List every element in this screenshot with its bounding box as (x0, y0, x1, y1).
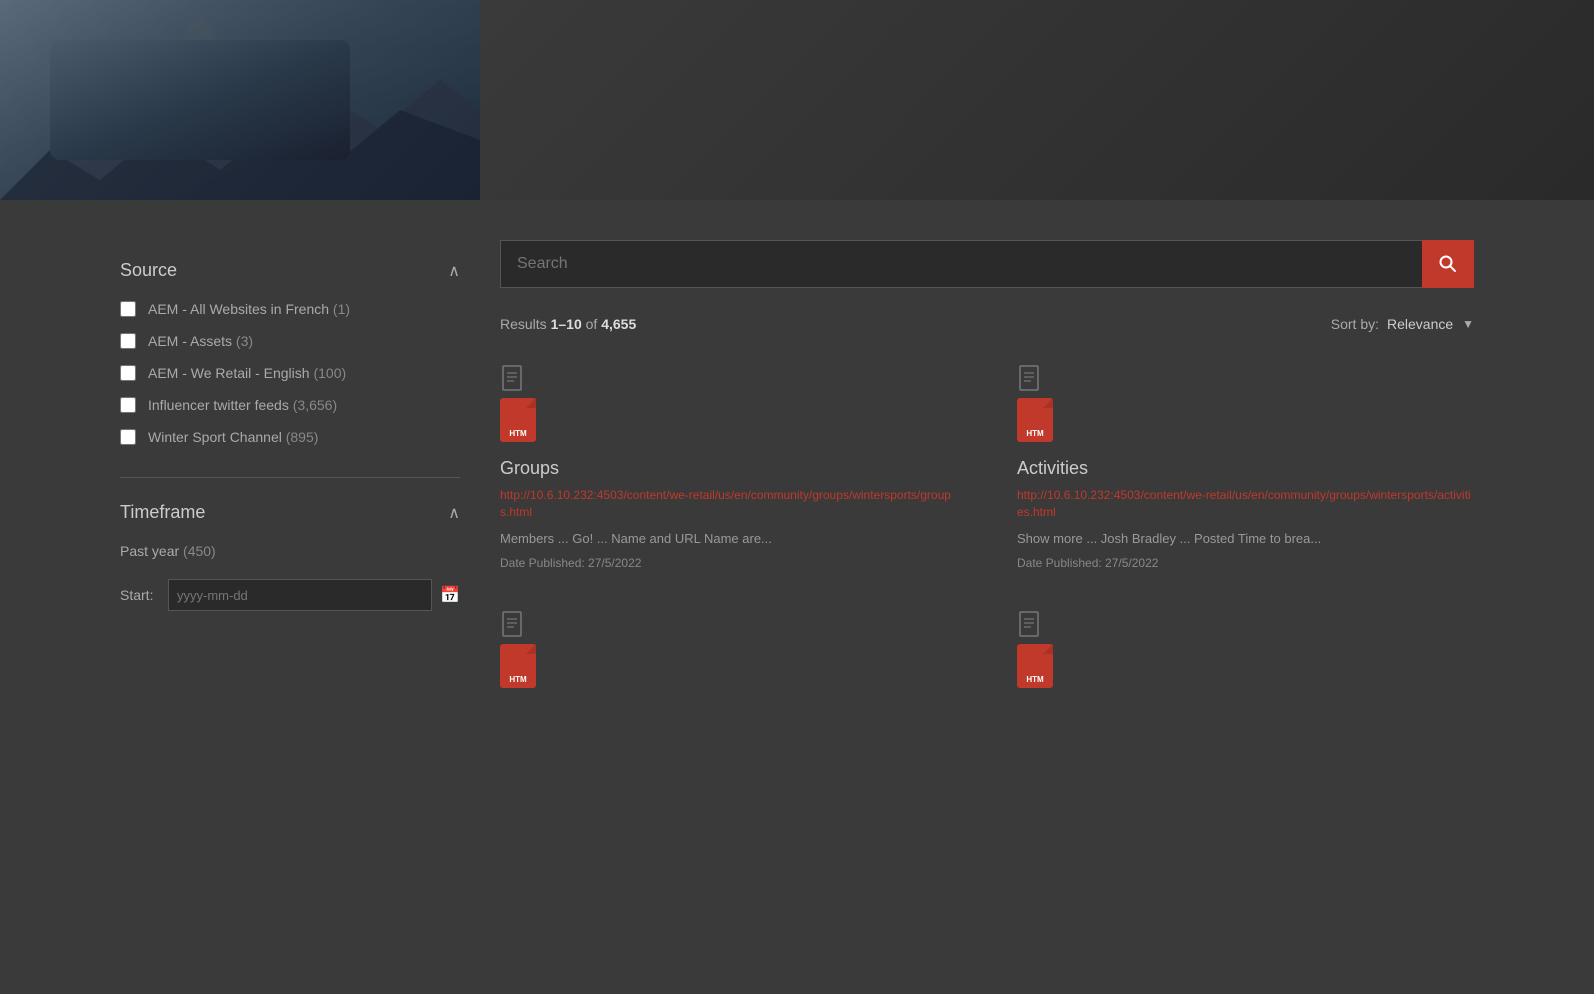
timeframe-collapse-icon[interactable]: ∧ (448, 503, 460, 523)
document-outline-icon-4 (1017, 610, 1045, 638)
result-date-groups: Date Published: 27/5/2022 (500, 556, 957, 570)
page-icon-activities (1017, 364, 1045, 392)
filter-item-aem-french[interactable]: AEM - All Websites in French (1) (120, 301, 460, 317)
source-filter-section: Source ∧ AEM - All Websites in French (1… (120, 260, 460, 445)
content-area: Results 1–10 of 4,655 Sort by: Relevance… (500, 240, 1474, 954)
search-bar-container (500, 240, 1474, 288)
hero-image (0, 0, 480, 200)
filter-label-aem-retail: AEM - We Retail - English (100) (148, 365, 346, 381)
past-year-filter[interactable]: Past year (450) (120, 543, 460, 559)
filter-checkbox-aem-french[interactable] (120, 301, 136, 317)
result-icon-area-groups: HTM (500, 364, 957, 442)
doc-badge-3: HTM (500, 644, 536, 688)
source-collapse-icon[interactable]: ∧ (448, 261, 460, 281)
result-title-activities[interactable]: Activities (1017, 458, 1474, 479)
filter-checkbox-twitter[interactable] (120, 397, 136, 413)
search-input[interactable] (500, 240, 1422, 288)
filter-label-winter-sport: Winter Sport Channel (895) (148, 429, 318, 445)
hero-right-bg (480, 0, 1594, 200)
main-content: Source ∧ AEM - All Websites in French (1… (0, 200, 1594, 994)
result-icon-area-4: HTM (1017, 610, 1474, 688)
search-icon (1438, 254, 1458, 274)
hero-section (0, 0, 1594, 200)
result-excerpt-groups: Members ... Go! ... Name and URL Name ar… (500, 529, 957, 549)
sidebar: Source ∧ AEM - All Websites in French (1… (120, 240, 460, 954)
results-info-bar: Results 1–10 of 4,655 Sort by: Relevance… (500, 316, 1474, 340)
timeframe-filter-title: Timeframe (120, 502, 205, 523)
document-outline-icon-2 (1017, 364, 1045, 392)
sort-container: Sort by: Relevance Date Title ▼ (1331, 316, 1474, 332)
result-url-activities[interactable]: http://10.6.10.232:4503/content/we-retai… (1017, 487, 1474, 521)
doc-badge-4: HTM (1017, 644, 1053, 688)
result-card-groups: HTM Groups http://10.6.10.232:4503/conte… (500, 364, 957, 570)
filter-checkbox-aem-assets[interactable] (120, 333, 136, 349)
result-date-activities: Date Published: 27/5/2022 (1017, 556, 1474, 570)
result-title-groups[interactable]: Groups (500, 458, 957, 479)
doc-badge-activities: HTM (1017, 398, 1053, 442)
results-count-text: Results 1–10 of 4,655 (500, 316, 636, 332)
result-card-4: HTM (1017, 610, 1474, 692)
result-excerpt-activities: Show more ... Josh Bradley ... Posted Ti… (1017, 529, 1474, 549)
filter-checkbox-aem-retail[interactable] (120, 365, 136, 381)
source-filter-header[interactable]: Source ∧ (120, 260, 460, 281)
sort-wrapper[interactable]: Relevance Date Title ▼ (1387, 316, 1474, 332)
start-date-label: Start: (120, 587, 160, 603)
timeframe-filter-section: Timeframe ∧ Past year (450) Start: 📅 (120, 502, 460, 611)
filter-item-winter-sport[interactable]: Winter Sport Channel (895) (120, 429, 460, 445)
result-card-activities: HTM Activities http://10.6.10.232:4503/c… (1017, 364, 1474, 570)
search-button[interactable] (1422, 240, 1474, 288)
page-icon-groups (500, 364, 528, 392)
filter-divider (120, 477, 460, 478)
timeframe-filter-header[interactable]: Timeframe ∧ (120, 502, 460, 523)
document-outline-icon (500, 364, 528, 392)
doc-badge-groups: HTM (500, 398, 536, 442)
source-filter-title: Source (120, 260, 177, 281)
document-outline-icon-3 (500, 610, 528, 638)
sort-by-label: Sort by: (1331, 316, 1379, 332)
result-icon-area-3: HTM (500, 610, 957, 688)
filter-item-aem-retail[interactable]: AEM - We Retail - English (100) (120, 365, 460, 381)
filter-item-twitter[interactable]: Influencer twitter feeds (3,656) (120, 397, 460, 413)
page-icon-3 (500, 610, 528, 638)
filter-item-aem-assets[interactable]: AEM - Assets (3) (120, 333, 460, 349)
filter-checkbox-winter-sport[interactable] (120, 429, 136, 445)
result-card-3: HTM (500, 610, 957, 692)
results-grid: HTM Groups http://10.6.10.232:4503/conte… (500, 364, 1474, 692)
filter-label-twitter: Influencer twitter feeds (3,656) (148, 397, 337, 413)
page-icon-4 (1017, 610, 1045, 638)
sort-select[interactable]: Relevance Date Title (1387, 316, 1474, 332)
filter-label-aem-assets: AEM - Assets (3) (148, 333, 253, 349)
start-date-row: Start: 📅 (120, 579, 460, 611)
result-icon-area-activities: HTM (1017, 364, 1474, 442)
calendar-icon[interactable]: 📅 (440, 585, 460, 605)
filter-label-aem-french: AEM - All Websites in French (1) (148, 301, 350, 317)
result-url-groups[interactable]: http://10.6.10.232:4503/content/we-retai… (500, 487, 957, 521)
start-date-input[interactable] (168, 579, 432, 611)
